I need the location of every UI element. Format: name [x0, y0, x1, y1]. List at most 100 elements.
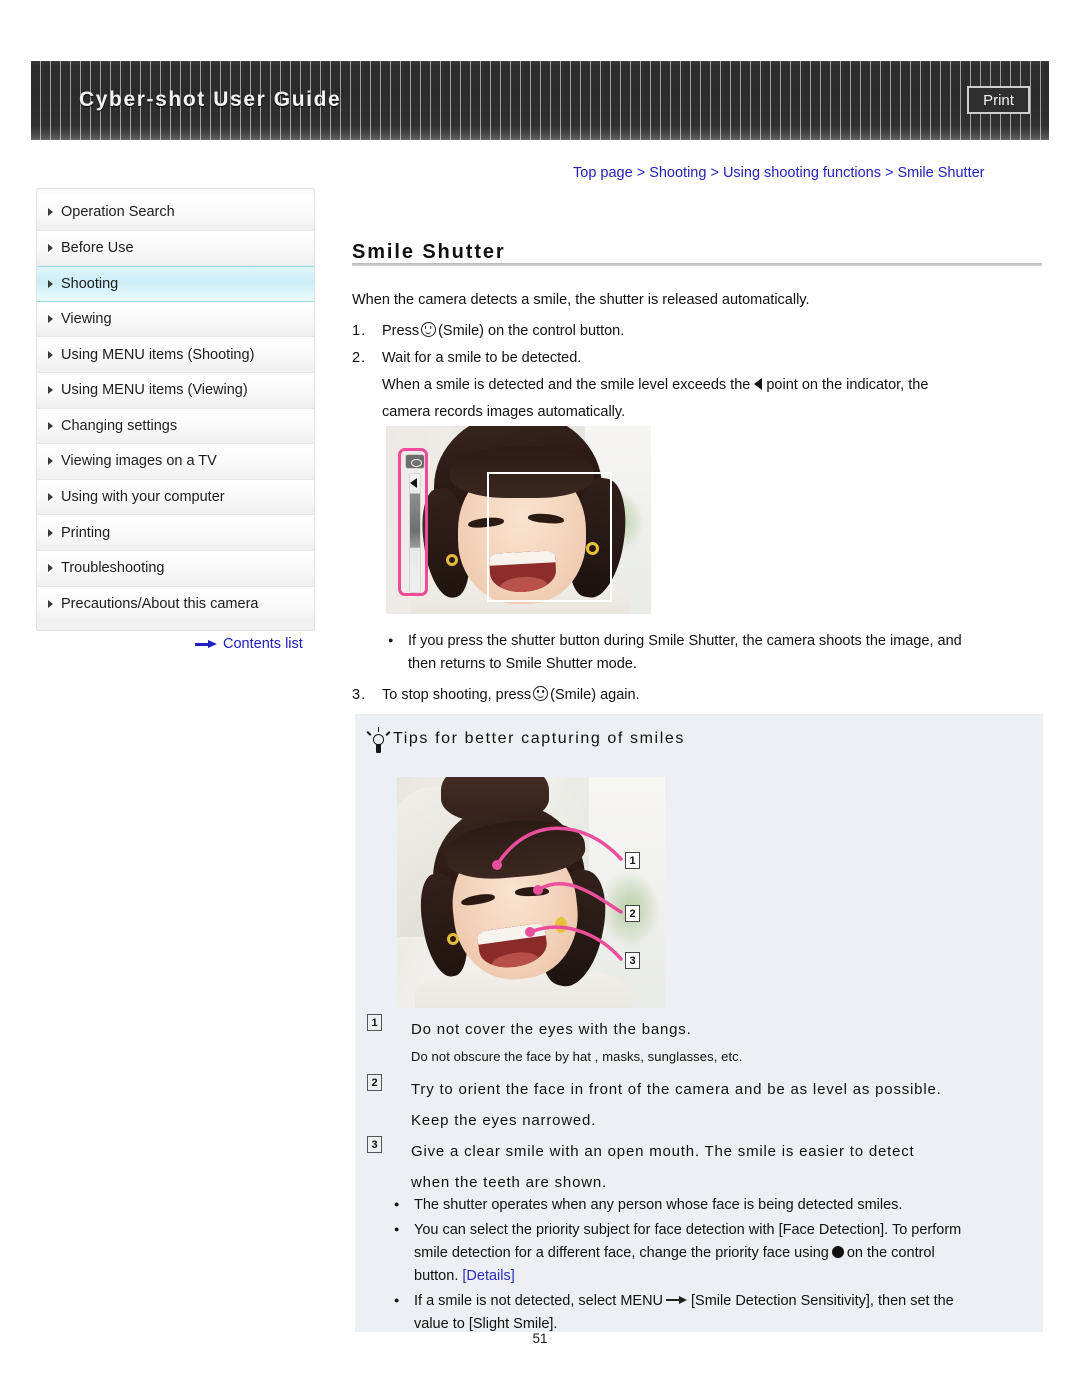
tip-item-2: 2 Try to orient the face in front of the… — [367, 1074, 1047, 1136]
sidebar-item-label: Using MENU items (Viewing) — [61, 382, 248, 399]
tips-note-2: You can select the priority subject for … — [392, 1218, 1042, 1288]
app-header: Cyber-shot User Guide Print — [31, 61, 1049, 140]
step-1-text-pre: Press — [382, 323, 420, 339]
tip-1-subtext: Do not obscure the face by hat , masks, … — [411, 1049, 743, 1064]
sidebar-item-label: Using with your computer — [61, 489, 225, 506]
triangle-left-icon — [754, 378, 763, 390]
tips-note-2-line-1: You can select the priority subject for … — [414, 1222, 962, 1238]
sidebar-item-troubleshooting[interactable]: Troubleshooting — [37, 550, 314, 587]
sidebar-item-changing-settings[interactable]: Changing settings — [37, 408, 314, 445]
tip-item-1: 1 Do not cover the eyes with the bangs. … — [367, 1014, 1027, 1069]
app-title: Cyber-shot User Guide — [79, 88, 342, 111]
tips-note-1-line-1: The shutter operates when any person who… — [414, 1197, 903, 1213]
lightbulb-icon — [366, 727, 391, 754]
step-3-text-post: (Smile) again. — [550, 687, 640, 703]
tips-note-2-line-2-post: on the control — [846, 1245, 935, 1261]
sidebar-item-operation-search[interactable]: Operation Search — [37, 195, 314, 231]
tips-note-1: The shutter operates when any person who… — [392, 1193, 1042, 1217]
step-2-line-3: camera records images automatically. — [382, 404, 626, 420]
tip-number-badge-3: 3 — [367, 1136, 382, 1153]
smile-shutter-screenshot — [386, 426, 651, 614]
tips-photo: 1 2 3 — [397, 777, 703, 1008]
bulb-ray — [377, 727, 380, 732]
callout-badge-2: 2 — [625, 905, 640, 922]
page-number: 51 — [532, 1331, 548, 1346]
sidebar-item-label: Precautions/About this camera — [61, 596, 259, 613]
sidebar-item-label: Operation Search — [61, 204, 175, 221]
contents-list-label: Contents list — [223, 636, 303, 652]
sidebar-item-label: Using MENU items (Shooting) — [61, 346, 255, 363]
shutter-note-item: If you press the shutter button during S… — [386, 629, 1046, 676]
smile-level-indicator — [398, 448, 428, 596]
tip-number-badge-1: 1 — [367, 1014, 382, 1031]
bulb-base — [376, 744, 381, 753]
callout-badge-3: 3 — [625, 952, 640, 969]
step-2-line-1: Wait for a smile to be detected. — [382, 350, 582, 366]
step-2-line-2-pre: When a smile is detected and the smile l… — [382, 377, 751, 393]
sidebar-item-label: Troubleshooting — [61, 560, 165, 577]
step-1: 1. Press (Smile) on the control button. — [352, 318, 1012, 345]
sidebar-item-using-menu-items-viewing[interactable]: Using MENU items (Viewing) — [37, 372, 314, 409]
chevron-right-icon — [48, 421, 53, 430]
smile-threshold-marker-icon — [410, 478, 417, 488]
tip-3-text: Give a clear smile with an open mouth. T… — [411, 1143, 915, 1160]
sidebar-item-label: Viewing images on a TV — [61, 453, 217, 470]
chevron-right-icon — [48, 243, 53, 252]
bulb-ray — [366, 731, 372, 736]
step-2-number: 2. — [352, 350, 367, 366]
shutter-note-line-2: then returns to Smile Shutter mode. — [408, 656, 637, 672]
sidebar-nav: Operation Search Before Use Shooting Vie… — [36, 188, 315, 632]
step-3: 3. To stop shooting, press (Smile) again. — [352, 682, 1012, 709]
sidebar-item-label: Printing — [61, 524, 111, 541]
tip-2-text: Try to orient the face in front of the c… — [411, 1081, 942, 1098]
smile-icon — [533, 686, 549, 701]
chevron-right-icon — [48, 315, 53, 324]
chevron-right-icon — [48, 208, 53, 217]
title-divider — [352, 263, 1042, 266]
sidebar-item-label: Changing settings — [61, 417, 178, 434]
chevron-right-icon — [48, 457, 53, 466]
face-detection-frame — [487, 472, 612, 602]
tips-note-3-line-2: value to [Slight Smile]. — [414, 1316, 558, 1332]
sidebar-item-before-use[interactable]: Before Use — [37, 230, 314, 267]
sidebar-item-label: Before Use — [61, 239, 134, 256]
chevron-right-icon — [48, 386, 53, 395]
tips-heading: Tips for better capturing of smiles — [393, 730, 685, 747]
smile-detection-icon — [405, 454, 425, 469]
callout-badge-1: 1 — [625, 852, 640, 869]
print-button[interactable]: Print — [967, 86, 1030, 114]
step-2-body: Wait for a smile to be detected. When a … — [382, 345, 1042, 426]
chevron-right-icon — [48, 279, 53, 288]
photo-earring-left — [446, 554, 458, 566]
tips-note-3: If a smile is not detected, select MENU [… — [392, 1289, 1042, 1336]
sidebar-item-label: Viewing — [61, 311, 112, 328]
sidebar-item-precautions-about-this-camera[interactable]: Precautions/About this camera — [37, 586, 314, 623]
step-3-text-pre: To stop shooting, press — [382, 687, 532, 703]
contents-list-link[interactable]: Contents list — [195, 636, 303, 652]
tips-note-3-line-1-post: [Smile Detection Sensitivity], then set … — [691, 1293, 954, 1309]
tips-photo-image — [397, 777, 665, 1008]
sidebar-item-viewing[interactable]: Viewing — [37, 301, 314, 338]
arrow-right-icon — [195, 639, 217, 649]
intro-paragraph: When the camera detects a smile, the shu… — [352, 292, 810, 308]
page-title: Smile Shutter — [352, 241, 506, 264]
chevron-right-icon — [48, 493, 53, 502]
tip-number-badge-2: 2 — [367, 1074, 382, 1091]
smile-level-bar — [409, 473, 421, 593]
sidebar-item-using-with-your-computer[interactable]: Using with your computer — [37, 479, 314, 516]
shutter-note: If you press the shutter button during S… — [386, 629, 1046, 676]
photo2-earring-left — [447, 933, 459, 945]
step-1-number: 1. — [352, 323, 367, 339]
breadcrumb[interactable]: Top page > Shooting > Using shooting fun… — [573, 165, 985, 181]
sidebar-item-printing[interactable]: Printing — [37, 515, 314, 551]
tips-note-2-line-2-pre: smile detection for a different face, ch… — [414, 1245, 829, 1261]
sidebar-item-using-menu-items-shooting[interactable]: Using MENU items (Shooting) — [37, 337, 314, 373]
step-2-line-2-post: point on the indicator, the — [766, 377, 929, 393]
sidebar-item-shooting[interactable]: Shooting — [37, 266, 314, 302]
step-2: 2. Wait for a smile to be detected. When… — [352, 345, 1042, 426]
chevron-right-icon — [48, 600, 53, 609]
details-link[interactable]: [Details] — [462, 1268, 514, 1284]
smile-icon — [421, 322, 437, 337]
step-1-body: Press (Smile) on the control button. — [382, 318, 1012, 345]
sidebar-item-viewing-images-on-a-tv[interactable]: Viewing images on a TV — [37, 444, 314, 480]
